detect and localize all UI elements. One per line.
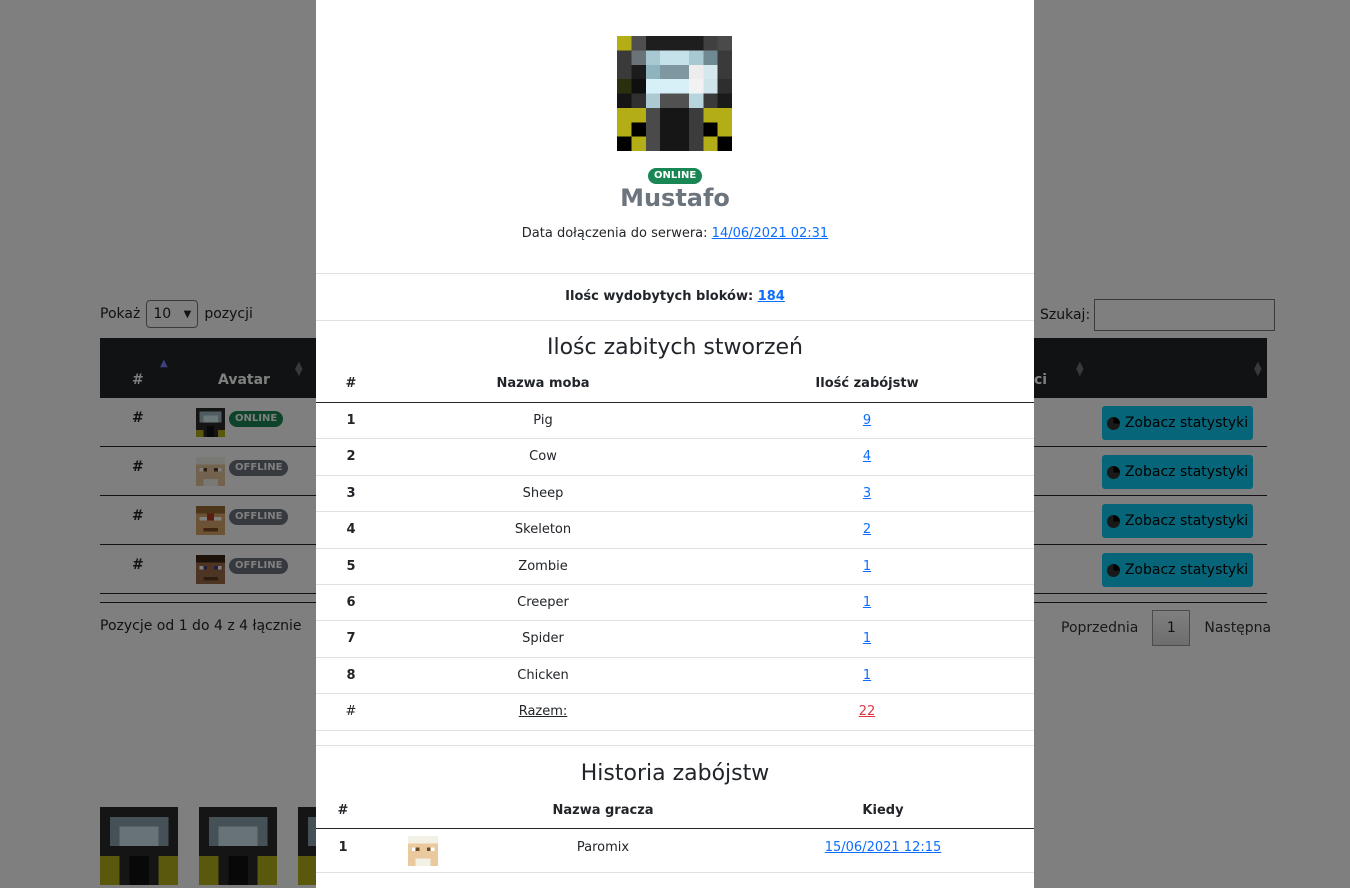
kills-table: # Nazwa moba Ilość zabójstw 1 Pig 9 2 Cow 4 … <box>316 367 1034 731</box>
kill-count-link[interactable]: 1 <box>863 668 871 683</box>
kill-count-link[interactable]: 1 <box>863 559 871 574</box>
victim-avatar <box>408 836 438 866</box>
join-date-link[interactable]: 14/06/2021 02:31 <box>712 226 829 241</box>
blocks-mined-label: Ilośc wydobytych bloków: <box>565 289 754 304</box>
history-table-header: # Nazwa gracza Kiedy <box>316 794 1034 829</box>
table-row: 8 Chicken 1 <box>316 658 1034 695</box>
kill-count-link[interactable]: 9 <box>863 413 871 428</box>
blocks-mined: Ilośc wydobytych bloków: 184 <box>316 289 1034 304</box>
divider <box>316 745 1034 746</box>
status-badge: ONLINE <box>648 168 703 184</box>
kills-table-header: # Nazwa moba Ilość zabójstw <box>316 367 1034 403</box>
total-label-link[interactable]: Razem: <box>519 704 568 719</box>
divider <box>316 273 1034 274</box>
table-row: 6 Creeper 1 <box>316 585 1034 622</box>
player-name: Paromix <box>576 840 630 855</box>
table-row: 1 Pig 9 <box>316 403 1034 440</box>
history-section-title: Historia zabójstw <box>580 761 770 786</box>
player-avatar <box>617 36 732 151</box>
kill-history-table: # Nazwa gracza Kiedy 1 Paromix 15/06/202… <box>316 794 1034 873</box>
column-header-number: # <box>337 803 349 818</box>
kill-count-link[interactable]: 4 <box>863 449 871 464</box>
table-row: 3 Sheep 3 <box>316 476 1034 513</box>
table-row: 2 Cow 4 <box>316 439 1034 476</box>
kills-section-title: Ilośc zabitych stworzeń <box>546 335 803 360</box>
kill-count-link[interactable]: 1 <box>863 631 871 646</box>
blocks-mined-link[interactable]: 184 <box>758 289 785 304</box>
column-header-number: # <box>345 376 357 391</box>
table-row: 7 Spider 1 <box>316 621 1034 658</box>
column-header-when: Kiedy <box>862 803 904 818</box>
join-date: Data dołączenia do serwera: 14/06/2021 0… <box>316 226 1034 241</box>
table-row: 4 Skeleton 2 <box>316 512 1034 549</box>
kill-count-link[interactable]: 1 <box>863 595 871 610</box>
kill-time-link[interactable]: 15/06/2021 12:15 <box>825 840 942 855</box>
column-header-kills: Ilość zabójstw <box>815 376 919 391</box>
kill-count-link[interactable]: 3 <box>863 486 871 501</box>
kill-count-link[interactable]: 2 <box>863 522 871 537</box>
table-row: 1 Paromix 15/06/2021 12:15 <box>316 829 1034 873</box>
divider <box>316 320 1034 321</box>
total-count-link[interactable]: 22 <box>859 704 876 719</box>
column-header-mob: Nazwa moba <box>496 376 590 391</box>
player-stats-modal: ONLINE Mustafo Data dołączenia do serwer… <box>316 0 1034 888</box>
player-name: Mustafo <box>620 184 730 212</box>
join-date-label: Data dołączenia do serwera: <box>521 226 708 241</box>
total-row: # Razem: 22 <box>316 694 1034 731</box>
column-header-player: Nazwa gracza <box>552 803 654 818</box>
table-row: 5 Zombie 1 <box>316 549 1034 585</box>
